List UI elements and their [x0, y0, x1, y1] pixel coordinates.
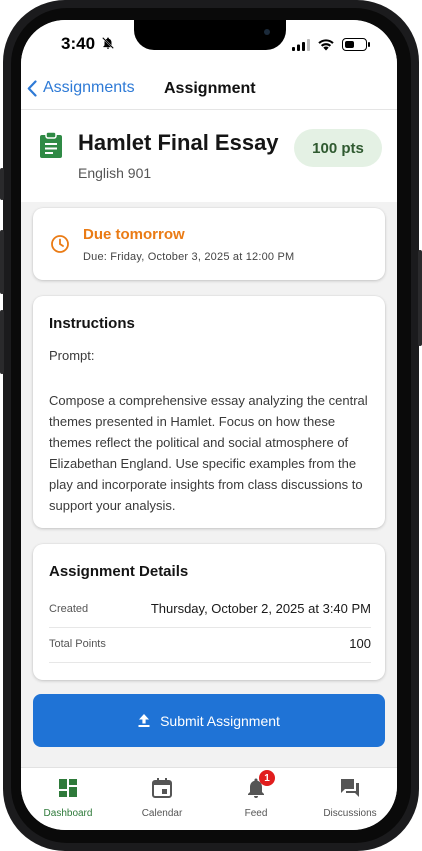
assignment-icon	[40, 132, 62, 158]
forum-icon	[341, 779, 359, 797]
power-button	[418, 250, 422, 346]
back-button[interactable]: Assignments	[27, 79, 135, 97]
screen: 3:40 Assignments Assignment Hamlet Final…	[21, 20, 397, 830]
chevron-left-icon	[27, 79, 37, 97]
tab-calendar[interactable]: Calendar	[115, 776, 209, 826]
nav-bar: Assignments Assignment	[21, 72, 397, 110]
details-card: Assignment Details Created Thursday, Oct…	[33, 544, 385, 680]
status-time: 3:40	[61, 34, 96, 53]
due-date: Due: Friday, October 3, 2025 at 12:00 PM	[83, 251, 295, 263]
battery-icon	[342, 38, 370, 51]
instructions-body: Compose a comprehensive essay analyzing …	[49, 393, 368, 513]
detail-value: Thursday, October 2, 2025 at 3:40 PM	[150, 601, 371, 616]
volume-up-button	[0, 230, 4, 294]
tab-dashboard[interactable]: Dashboard	[21, 776, 115, 826]
tab-label: Feed	[244, 808, 268, 819]
instructions-heading: Instructions	[49, 315, 135, 332]
due-title: Due tomorrow	[83, 226, 185, 243]
calendar-icon	[152, 778, 172, 798]
submit-label: Submit Assignment	[160, 712, 280, 729]
points-badge: 100 pts	[294, 129, 382, 167]
tab-label: Dashboard	[43, 808, 93, 819]
assignment-header: Hamlet Final Essay English 901 100 pts	[21, 110, 397, 202]
mute-switch	[0, 168, 4, 200]
notch	[134, 20, 286, 50]
upload-icon	[138, 714, 150, 727]
detail-key: Created	[49, 603, 89, 615]
submit-assignment-button[interactable]: Submit Assignment	[33, 694, 385, 747]
detail-value: 100	[349, 636, 371, 651]
prompt-label: Prompt:	[49, 348, 95, 363]
details-heading: Assignment Details	[49, 563, 189, 580]
tab-label: Discussions	[323, 808, 377, 819]
tab-feed[interactable]: 1 Feed	[209, 770, 303, 826]
volume-down-button	[0, 310, 4, 374]
back-label: Assignments	[43, 79, 135, 96]
dashboard-icon	[59, 779, 77, 797]
nav-title: Assignment	[164, 80, 256, 97]
instructions-card: Instructions Prompt: Compose a comprehen…	[33, 296, 385, 528]
detail-key: Total Points	[49, 638, 106, 650]
front-camera	[264, 29, 270, 35]
due-card: Due tomorrow Due: Friday, October 3, 202…	[33, 208, 385, 280]
clock-icon	[51, 235, 69, 253]
bell-off-icon	[102, 37, 114, 49]
tab-label: Calendar	[141, 808, 183, 819]
assignment-title: Hamlet Final Essay	[78, 130, 279, 155]
signal-icon	[292, 39, 310, 51]
detail-row-created: Created Thursday, October 2, 2025 at 3:4…	[49, 593, 371, 628]
course-name: English 901	[78, 165, 152, 181]
battery-level	[345, 41, 354, 48]
status-bar: 3:40	[21, 20, 397, 72]
tab-bar: Dashboard Calendar 1 Feed Discussions	[21, 767, 397, 830]
tab-discussions[interactable]: Discussions	[303, 776, 397, 826]
detail-row-total-points: Total Points 100	[49, 628, 371, 663]
wifi-icon	[318, 39, 334, 51]
notification-badge: 1	[259, 770, 275, 786]
